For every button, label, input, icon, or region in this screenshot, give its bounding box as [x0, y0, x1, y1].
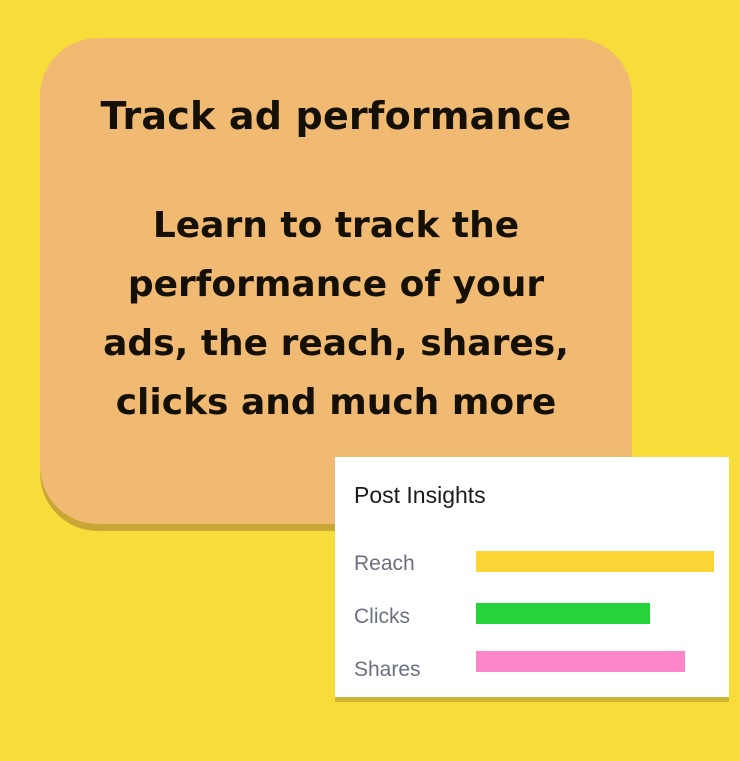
metric-label-shares: Shares [354, 658, 421, 681]
metric-label-clicks: Clicks [354, 605, 410, 628]
card-title: Track ad performance [100, 94, 572, 138]
shares-bar [476, 651, 685, 672]
clicks-bar [476, 603, 650, 624]
post-insights-panel: Post Insights Reach Clicks Shares [335, 457, 729, 697]
metric-label-reach: Reach [354, 552, 415, 575]
reach-bar [476, 551, 714, 572]
card-description: Learn to track the performance of your a… [103, 205, 569, 423]
insights-title: Post Insights [354, 482, 486, 508]
promo-card: Track ad performance Learn to track the … [40, 38, 632, 524]
